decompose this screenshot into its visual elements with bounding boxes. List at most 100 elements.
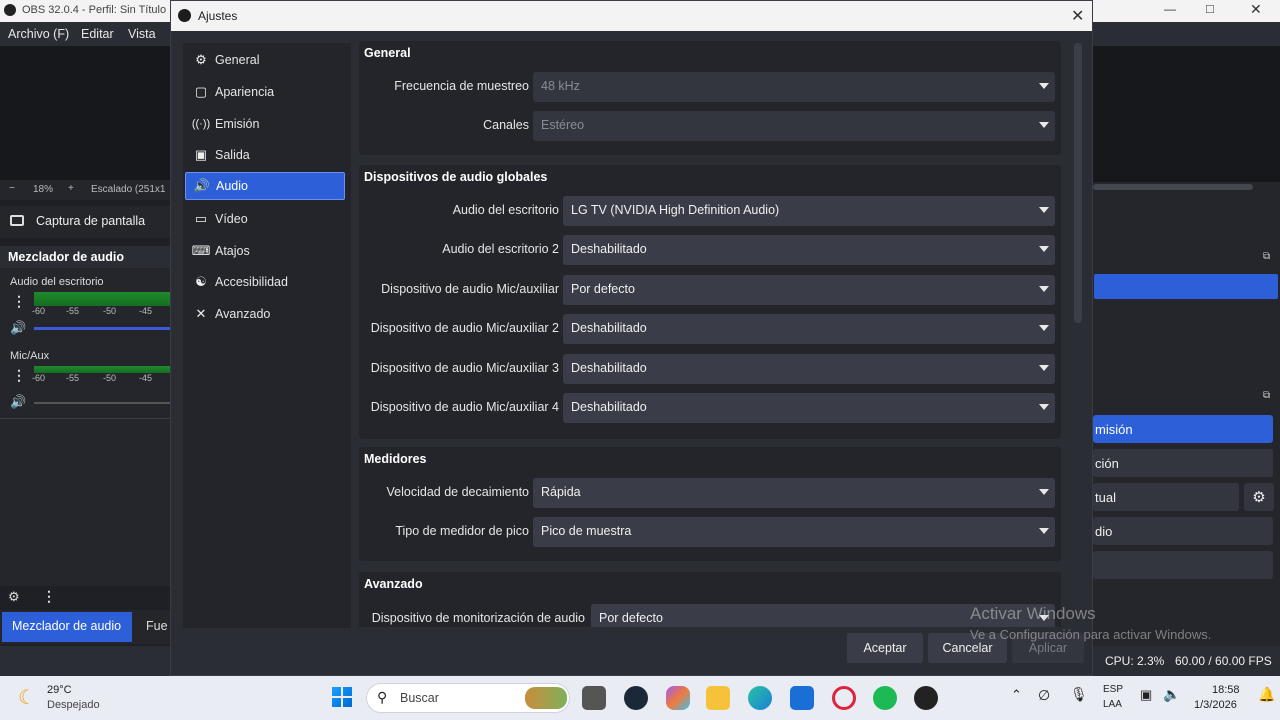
store-icon[interactable] [790, 686, 814, 710]
desktop-audio-select[interactable]: LG TV (NVIDIA High Definition Audio) [563, 196, 1055, 226]
mic-aux-select[interactable]: Por defecto [563, 275, 1055, 305]
volume-slider[interactable] [34, 327, 170, 330]
search-highlight-image [525, 687, 567, 709]
zoom-out-icon[interactable]: − [9, 183, 15, 194]
virtual-camera-button[interactable]: tual [1093, 483, 1239, 511]
level-meter [34, 292, 170, 306]
weather-temp: 29°C [47, 684, 72, 696]
tab-audio-mixer[interactable]: Mezclador de audio [2, 612, 132, 642]
start-streaming-button[interactable]: misión [1093, 415, 1273, 443]
file-explorer-icon[interactable] [706, 686, 730, 710]
menu-archivo[interactable]: Archivo (F) [8, 27, 69, 41]
nav-appearance[interactable]: ▢ Apariencia [185, 78, 345, 106]
language-code[interactable]: ESP [1103, 684, 1123, 695]
track-menu-icon[interactable]: ⋮ [12, 293, 26, 310]
nav-accessibility[interactable]: ☯ Accesibilidad [185, 268, 345, 296]
channels-select[interactable]: Estéreo [533, 111, 1055, 141]
minimize-icon[interactable]: — [1164, 2, 1176, 16]
activation-watermark-title: Activar Windows [970, 604, 1096, 623]
studio-mode-button[interactable]: dio [1093, 517, 1273, 545]
mixer-menu-icon[interactable]: ⋮ [42, 588, 56, 605]
speaker-icon[interactable]: 🔊 [10, 320, 26, 336]
nav-label: Audio [216, 179, 248, 193]
horizontal-scrollbar[interactable] [1093, 184, 1253, 190]
display-icon[interactable]: ▣ [1140, 687, 1152, 703]
button-label: ción [1095, 456, 1119, 471]
select-value: Estéreo [541, 118, 585, 132]
nav-hotkeys[interactable]: ⌨ Atajos [185, 237, 345, 265]
nav-audio[interactable]: 🔊 Audio [185, 172, 345, 200]
windows-start-icon[interactable] [332, 687, 352, 707]
scene-selected[interactable] [1094, 274, 1278, 299]
gear-icon[interactable]: ⚙ [1244, 483, 1274, 511]
task-view-icon[interactable] [582, 686, 606, 710]
dialog-title: Ajustes [198, 9, 238, 23]
mic-aux-3-select[interactable]: Deshabilitado [563, 354, 1055, 384]
menu-vista[interactable]: Vista [128, 27, 156, 41]
track-menu-icon[interactable]: ⋮ [12, 367, 26, 384]
mic-aux-4-select[interactable]: Deshabilitado [563, 393, 1055, 423]
desktop-audio-2-select[interactable]: Deshabilitado [563, 235, 1055, 265]
right-dock: ⧉ ⧉ misión ción tual ⚙ dio [1093, 46, 1280, 646]
source-item[interactable]: Captura de pantalla [0, 206, 170, 238]
nav-label: Apariencia [215, 85, 275, 99]
volume-icon[interactable]: 🔈 [1163, 686, 1180, 703]
sample-rate-label: Frecuencia de muestreo [394, 79, 529, 93]
sample-rate-select[interactable]: 48 kHz [533, 72, 1055, 102]
meter-tick: -50 [103, 373, 117, 383]
activation-watermark-text: Ve a Configuración para activar Windows. [970, 627, 1212, 642]
accept-button[interactable]: Aceptar [847, 633, 923, 663]
close-icon[interactable]: ✕ [1250, 1, 1262, 18]
nav-stream[interactable]: ((·)) Emisión [185, 110, 345, 138]
monitor-device-label: Dispositivo de monitorización de audio [371, 611, 585, 625]
keyboard-icon: ⌨ [191, 243, 211, 258]
peak-meter-select[interactable]: Pico de muestra [533, 517, 1055, 547]
nav-label: Atajos [215, 244, 250, 258]
clock-time[interactable]: 18:58 [1212, 684, 1240, 696]
network-icon[interactable]: ∅ [1038, 687, 1050, 704]
preview-area[interactable] [0, 46, 170, 180]
select-value: Deshabilitado [571, 361, 647, 375]
mic-aux-2-select[interactable]: Deshabilitado [563, 314, 1055, 344]
nav-general[interactable]: ⚙ General [185, 46, 345, 74]
notifications-icon[interactable]: 🔔 [1258, 686, 1275, 703]
nav-video[interactable]: ▭ Vídeo [185, 205, 345, 233]
start-recording-button[interactable]: ción [1093, 449, 1273, 477]
weather-icon[interactable]: ☾ [18, 685, 36, 710]
spotify-icon[interactable] [873, 686, 897, 710]
select-value: Rápida [541, 485, 581, 499]
close-icon[interactable]: ✕ [1071, 6, 1084, 26]
taskbar-search[interactable]: ⚲ Buscar [366, 683, 570, 713]
undock-icon[interactable]: ⧉ [1263, 251, 1270, 262]
tab-sources[interactable]: Fue [140, 612, 170, 642]
chevron-down-icon [1039, 83, 1049, 89]
zoom-in-icon[interactable]: + [68, 183, 74, 194]
undock-icon[interactable]: ⧉ [1263, 390, 1270, 401]
button-label: dio [1095, 524, 1113, 539]
microphone-icon[interactable]: 🎙 [1070, 686, 1088, 703]
maximize-icon[interactable]: □ [1206, 1, 1214, 16]
accessibility-icon: ☯ [195, 274, 207, 289]
chevron-up-icon[interactable]: ⌃ [1011, 687, 1022, 703]
opera-icon[interactable] [832, 686, 856, 710]
copilot-icon[interactable] [666, 686, 690, 710]
meter-tick: -55 [66, 306, 80, 316]
vertical-scrollbar[interactable] [1074, 43, 1082, 323]
clock-date[interactable]: 1/3/2026 [1194, 699, 1237, 711]
edge-icon[interactable] [748, 686, 772, 710]
obs-taskbar-icon[interactable] [914, 686, 938, 710]
settings-button[interactable] [1093, 551, 1273, 579]
level-meter [34, 366, 170, 373]
section-meters: Medidores Velocidad de decaimiento Rápid… [359, 447, 1061, 561]
menu-editar[interactable]: Editar [81, 27, 114, 41]
nav-advanced[interactable]: ✕ Avanzado [185, 300, 345, 328]
steam-icon[interactable] [624, 686, 648, 710]
nav-output[interactable]: ▣ Salida [185, 141, 345, 169]
select-value: Por defecto [599, 611, 663, 625]
volume-slider[interactable] [34, 402, 170, 404]
mixer-settings-icon[interactable]: ⚙ [8, 589, 20, 605]
zoom-bar: − 18% + Escalado (251x1 [0, 180, 170, 200]
speaker-icon[interactable]: 🔊 [10, 394, 26, 410]
decay-select[interactable]: Rápida [533, 478, 1055, 508]
track-name: Audio del escritorio [10, 276, 104, 288]
